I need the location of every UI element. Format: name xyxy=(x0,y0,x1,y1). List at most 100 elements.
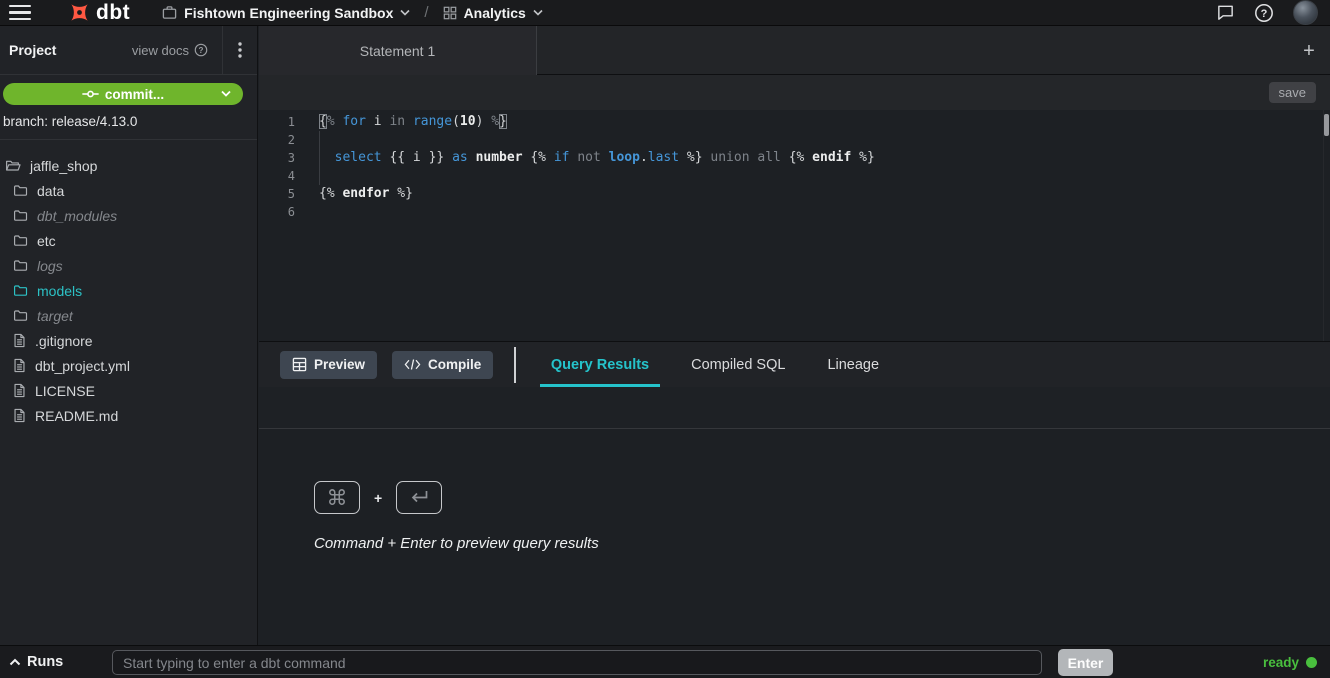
dbt-command-input[interactable] xyxy=(112,650,1042,675)
tab-compiled-sql[interactable]: Compiled SQL xyxy=(680,342,796,387)
chevron-down-icon xyxy=(400,9,410,16)
tree-item-label: logs xyxy=(37,258,63,274)
compile-button-label: Compile xyxy=(428,357,481,372)
dbt-logo-icon xyxy=(67,0,92,25)
tree-item-label: dbt_project.yml xyxy=(35,358,130,374)
chat-icon[interactable] xyxy=(1216,3,1235,22)
line-number: 5 xyxy=(259,185,295,203)
tree-item-label: jaffle_shop xyxy=(30,158,97,174)
tab-lineage[interactable]: Lineage xyxy=(816,342,890,387)
dbt-cloud-ide: dbt Fishtown Engineering Sandbox / Analy… xyxy=(0,0,1330,678)
tree-item-jaffle-shop[interactable]: jaffle_shop xyxy=(0,153,257,178)
chevron-up-icon xyxy=(9,658,21,666)
save-button[interactable]: save xyxy=(1269,82,1316,103)
tree-item-readme-md[interactable]: README.md xyxy=(0,403,257,428)
user-avatar[interactable] xyxy=(1293,0,1318,25)
tree-item-models[interactable]: models xyxy=(0,278,257,303)
status-text: ready xyxy=(1263,655,1299,670)
view-docs-link[interactable]: view docs ? xyxy=(132,43,208,58)
account-name: Fishtown Engineering Sandbox xyxy=(184,5,393,21)
account-switcher[interactable]: Fishtown Engineering Sandbox xyxy=(162,5,410,21)
divider xyxy=(514,347,516,383)
code-icon xyxy=(404,358,421,371)
code-line-content xyxy=(295,203,319,221)
line-number: 4 xyxy=(259,167,295,185)
code-line: 3 select {{ i }} as number {% if not loo… xyxy=(259,149,1330,167)
editor-scrollbar-thumb[interactable] xyxy=(1324,114,1329,136)
folder-icon xyxy=(13,208,28,223)
tree-item-gitignore[interactable]: .gitignore xyxy=(0,328,257,353)
code-line: 6 xyxy=(259,203,1330,221)
view-docs-label: view docs xyxy=(132,43,189,58)
file-icon xyxy=(13,333,26,348)
tree-item-dbt-project-yml[interactable]: dbt_project.yml xyxy=(0,353,257,378)
return-arrow-icon xyxy=(409,490,429,505)
project-switcher[interactable]: Analytics xyxy=(443,5,543,21)
code-line: 2 xyxy=(259,131,1330,149)
grid-icon xyxy=(443,6,457,20)
runs-label: Runs xyxy=(27,654,63,670)
plus-separator: + xyxy=(374,490,382,506)
tab-label: Lineage xyxy=(827,357,879,373)
enter-button[interactable]: Enter xyxy=(1058,649,1113,676)
chevron-down-icon[interactable] xyxy=(221,90,231,97)
chevron-down-icon xyxy=(533,9,543,16)
tree-item-label: dbt_modules xyxy=(37,208,117,224)
folder-icon xyxy=(13,258,28,273)
folder-open-icon xyxy=(5,158,21,173)
tree-item-target[interactable]: target xyxy=(0,303,257,328)
tree-item-data[interactable]: data xyxy=(0,178,257,203)
breadcrumb-separator: / xyxy=(424,4,428,21)
commit-button-label: commit... xyxy=(105,87,164,102)
line-number: 2 xyxy=(259,131,295,149)
line-number: 3 xyxy=(259,149,295,167)
tree-item-label: .gitignore xyxy=(35,333,93,349)
table-icon xyxy=(292,357,307,372)
tree-item-license[interactable]: LICENSE xyxy=(0,378,257,403)
divider xyxy=(0,139,257,140)
branch-label: branch: release/4.13.0 xyxy=(3,114,137,129)
project-sidebar: Project view docs ? commit... branch: re… xyxy=(0,26,258,645)
tree-item-label: LICENSE xyxy=(35,383,95,399)
svg-text:?: ? xyxy=(199,46,204,55)
sidebar-title: Project xyxy=(9,42,56,58)
file-icon xyxy=(13,383,26,398)
tab-label: Compiled SQL xyxy=(691,357,785,373)
preview-button[interactable]: Preview xyxy=(280,351,377,379)
results-tabs: Query Results Compiled SQL Lineage xyxy=(540,342,890,387)
editor-scrollbar-track[interactable] xyxy=(1323,110,1330,341)
compile-button[interactable]: Compile xyxy=(392,351,493,379)
dbt-wordmark: dbt xyxy=(96,1,130,25)
file-tree: jaffle_shopdata dbt_modulesetc logs modelst… xyxy=(0,153,257,428)
hamburger-menu-icon[interactable] xyxy=(9,5,31,21)
status-bar: Runs Enter ready xyxy=(0,645,1330,678)
sidebar-menu-icon[interactable] xyxy=(223,42,257,58)
code-line: 4 xyxy=(259,167,1330,185)
results-empty-state: ⌘ + Command + Enter to preview query res… xyxy=(314,481,599,552)
runs-panel-toggle[interactable]: Runs xyxy=(9,654,63,670)
tree-item-label: data xyxy=(37,183,64,199)
top-navigation-bar: dbt Fishtown Engineering Sandbox / Analy… xyxy=(0,0,1330,26)
folder-icon xyxy=(13,183,28,198)
tree-item-etc[interactable]: etc xyxy=(0,228,257,253)
tab-query-results[interactable]: Query Results xyxy=(540,342,660,387)
help-icon[interactable]: ? xyxy=(1254,3,1274,23)
status-dot-icon xyxy=(1306,657,1317,668)
line-number: 6 xyxy=(259,203,295,221)
empty-state-hint: Command + Enter to preview query results xyxy=(314,535,599,552)
editor-toolbar: save xyxy=(259,75,1330,110)
code-editor[interactable]: 1{% for i in range(10) %}23 select {{ i … xyxy=(259,110,1330,341)
editor-tab-bar: Statement 1 + xyxy=(259,26,1330,75)
new-tab-button[interactable]: + xyxy=(1296,38,1322,64)
main-area: Statement 1 + save 1{% for i in range(10… xyxy=(259,26,1330,645)
results-panel: ⌘ + Command + Enter to preview query res… xyxy=(259,429,1330,645)
tree-item-dbt-modules[interactable]: dbt_modules xyxy=(0,203,257,228)
results-subheader xyxy=(259,387,1330,429)
folder-icon xyxy=(13,308,28,323)
command-key-icon: ⌘ xyxy=(314,481,360,514)
tree-item-logs[interactable]: logs xyxy=(0,253,257,278)
commit-button[interactable]: commit... xyxy=(3,83,243,105)
file-icon xyxy=(13,358,26,373)
editor-tab-statement-1[interactable]: Statement 1 xyxy=(259,26,537,75)
svg-text:?: ? xyxy=(1261,8,1268,20)
